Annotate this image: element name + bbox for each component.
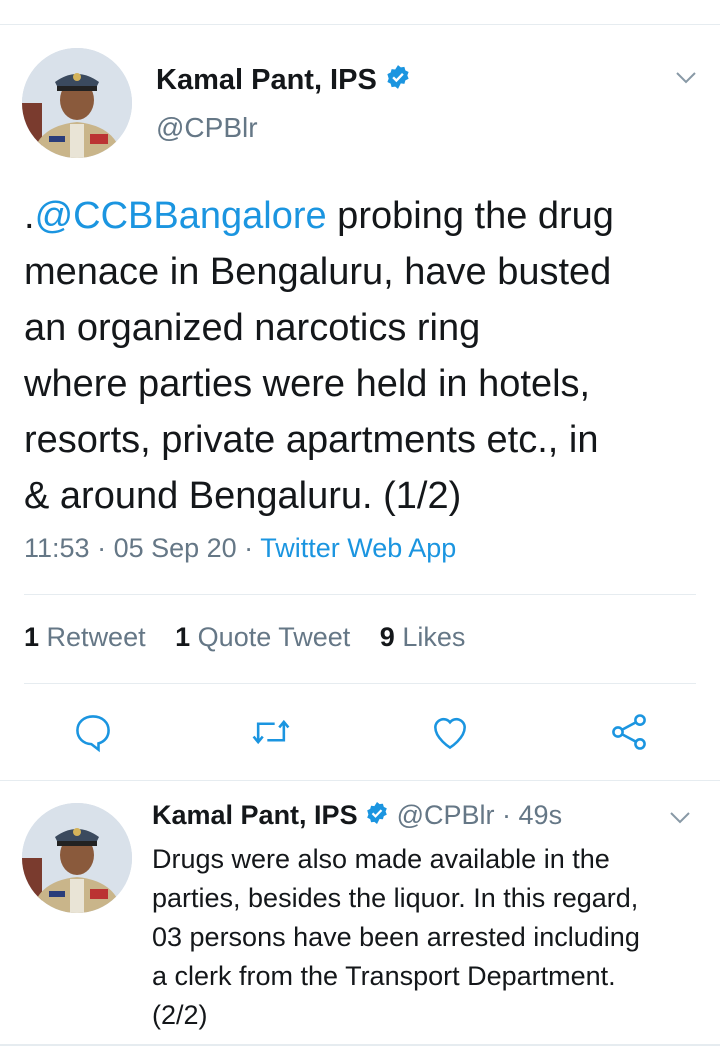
tweet-stats: 1 Retweet 1 Quote Tweet 9 Likes (24, 622, 465, 653)
likes-label: Likes (402, 622, 466, 652)
author-name-row[interactable]: Kamal Pant, IPS (156, 64, 411, 98)
reply-line: a clerk from the Transport Department. (152, 961, 616, 991)
tweet-line-text: probing the drug (326, 195, 614, 237)
tweet-meta: 11:53 · 05 Sep 20 · Twitter Web App (24, 533, 456, 564)
quotes-count: 1 (175, 622, 191, 652)
quotes-label: Quote Tweet (197, 622, 351, 652)
reply-author-avatar[interactable] (22, 803, 132, 913)
tweet-line: .@CCBBangalore probing the drug (24, 188, 704, 244)
chevron-down-icon[interactable] (668, 810, 692, 831)
retweet-button[interactable] (249, 710, 293, 754)
reply-line: parties, besides the liquor. In this reg… (152, 883, 639, 913)
reply-line: 03 persons have been arrested including (152, 922, 640, 952)
retweets-label: Retweet (46, 622, 146, 652)
tweet-line: & around Bengaluru. (1/2) (24, 475, 462, 517)
reply-text: Drugs were also made available in the pa… (152, 840, 702, 1035)
mention-link[interactable]: @CCBBangalore (35, 195, 327, 237)
tweet-time: 11:53 (24, 533, 90, 563)
retweet-icon (252, 719, 290, 745)
meta-separator: · (494, 800, 519, 830)
retweets-stat[interactable]: 1 Retweet (24, 622, 146, 652)
tweet-line: an organized narcotics ring (24, 307, 481, 349)
chevron-down-icon[interactable] (674, 70, 698, 91)
author-name[interactable]: Kamal Pant, IPS (156, 64, 377, 96)
share-icon (612, 714, 646, 750)
author-avatar[interactable] (22, 48, 132, 158)
action-bar (0, 710, 720, 760)
reply-author-name[interactable]: Kamal Pant, IPS (152, 800, 358, 830)
likes-stat[interactable]: 9 Likes (380, 622, 466, 652)
stats-bottom-divider (24, 683, 696, 684)
reply-line: Drugs were also made available in the (152, 844, 610, 874)
reply-line: (2/2) (152, 1000, 208, 1030)
likes-count: 9 (379, 622, 395, 652)
heart-icon (434, 717, 466, 750)
top-divider (0, 24, 720, 25)
avatar-image (22, 803, 132, 913)
reply-icon (76, 715, 110, 753)
stats-top-divider (24, 594, 696, 595)
share-button[interactable] (607, 710, 651, 754)
tweet-source-link[interactable]: Twitter Web App (260, 533, 456, 563)
tweet-separator (0, 780, 720, 781)
bottom-divider (0, 1044, 720, 1046)
avatar-image (22, 48, 132, 158)
verified-badge-icon (365, 801, 389, 832)
tweet-line: menace in Bengaluru, have busted (24, 251, 612, 293)
meta-separator: · (236, 533, 261, 563)
tweet-line: resorts, private apartments etc., in (24, 419, 599, 461)
author-handle[interactable]: @CPBlr (156, 112, 258, 144)
meta-separator: · (89, 533, 114, 563)
reply-header: Kamal Pant, IPS @CPBlr · 49s (152, 800, 562, 832)
verified-badge-icon (385, 64, 411, 98)
reply-author-handle[interactable]: @CPBlr (397, 800, 495, 830)
tweet-date: 05 Sep 20 (113, 533, 237, 563)
tweet-text-prefix: . (24, 195, 35, 237)
like-button[interactable] (428, 710, 472, 754)
reply-age: 49s (518, 800, 563, 830)
tweet-text: .@CCBBangalore probing the drug menace i… (24, 188, 704, 524)
tweet-line: where parties were held in hotels, (24, 363, 591, 405)
reply-button[interactable] (71, 710, 115, 754)
retweets-count: 1 (24, 622, 40, 652)
quotes-stat[interactable]: 1 Quote Tweet (175, 622, 350, 652)
